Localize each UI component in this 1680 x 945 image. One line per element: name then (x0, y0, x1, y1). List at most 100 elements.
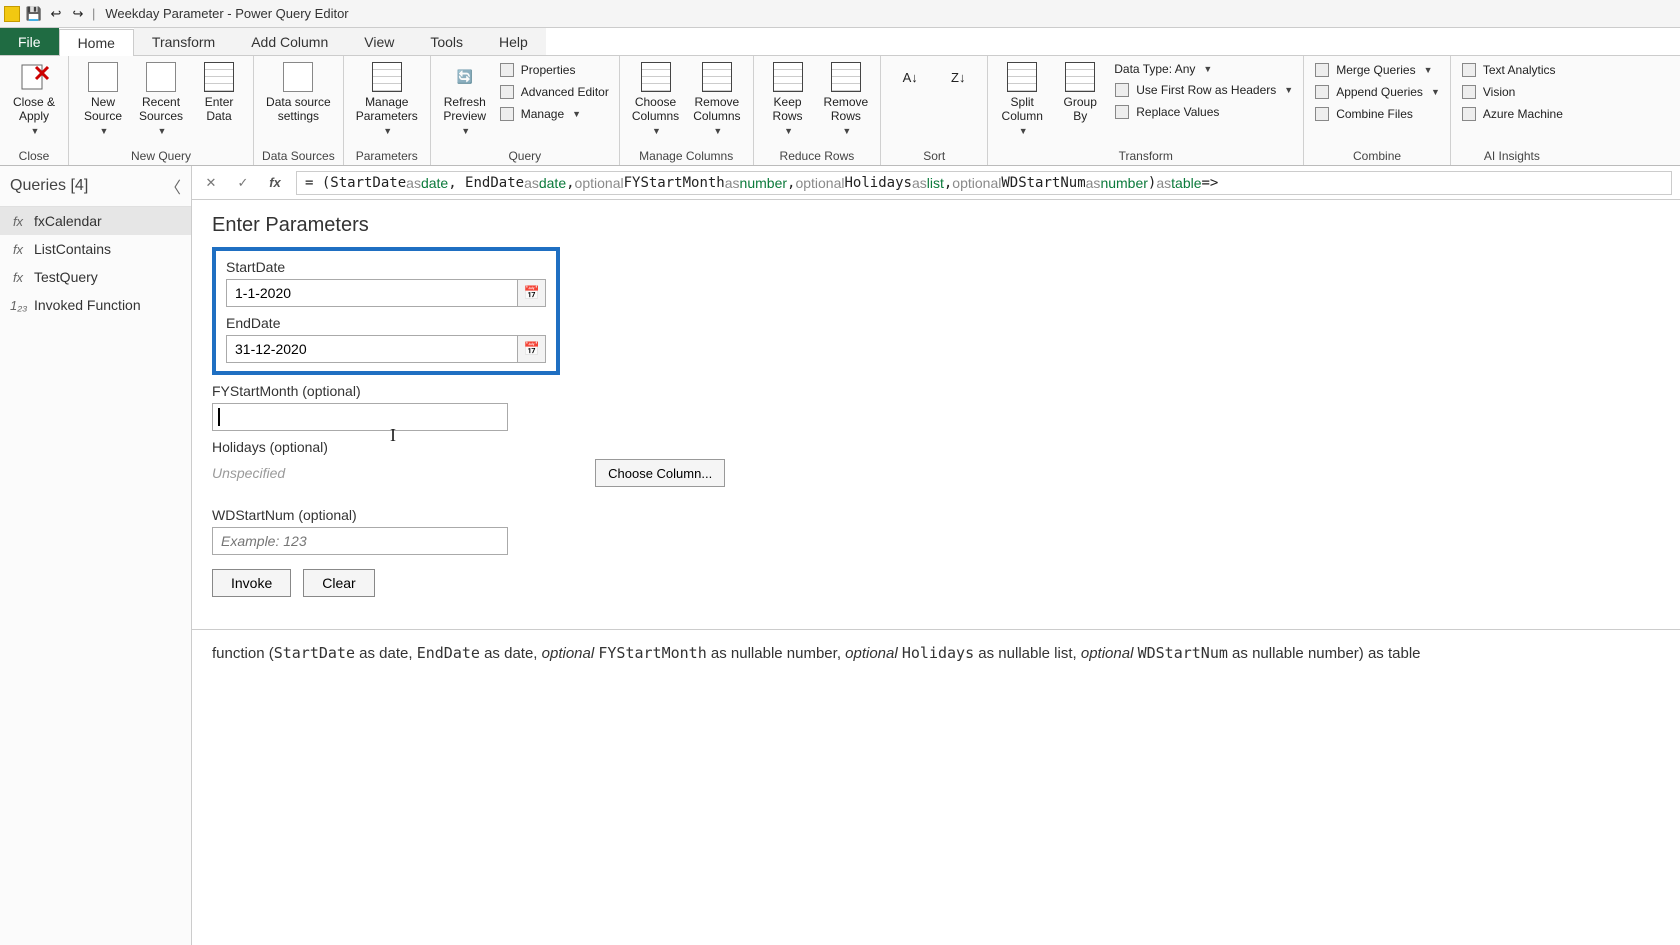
properties-icon (499, 62, 515, 78)
startdate-input[interactable] (226, 279, 518, 307)
append-queries-icon (1314, 84, 1330, 100)
ribbon-group-parameters-label: Parameters (350, 148, 424, 165)
chevron-down-icon: ▼ (842, 126, 851, 136)
choose-columns-icon (639, 60, 673, 94)
manage-button[interactable]: Manage▼ (495, 104, 613, 124)
remove-columns-icon (700, 60, 734, 94)
append-queries-button[interactable]: Append Queries▼ (1310, 82, 1444, 102)
tab-home[interactable]: Home (59, 29, 134, 56)
choose-columns-button[interactable]: Choose Columns▼ (626, 58, 685, 138)
enter-data-button[interactable]: Enter Data (191, 58, 247, 126)
properties-label: Properties (521, 63, 576, 77)
combine-files-button[interactable]: Combine Files (1310, 104, 1444, 124)
tab-view[interactable]: View (346, 28, 412, 55)
save-icon[interactable]: 💾 (26, 6, 42, 22)
redo-icon[interactable]: ↪ (70, 6, 86, 22)
manage-parameters-label: Manage Parameters (356, 96, 418, 124)
merge-queries-button[interactable]: Merge Queries▼ (1310, 60, 1444, 80)
manage-label: Manage (521, 107, 564, 121)
merge-queries-label: Merge Queries (1336, 63, 1415, 77)
sidebar-item-listcontains[interactable]: fxListContains (0, 235, 191, 263)
sort-asc-button[interactable]: A↓ (887, 58, 933, 96)
sidebar-item-invoked-function[interactable]: 1₂₃Invoked Function (0, 291, 191, 319)
menu-tabs: File Home Transform Add Column View Tool… (0, 28, 1680, 56)
sig-asdate1: as date, (355, 645, 417, 662)
commit-formula-button[interactable]: ✓ (232, 172, 254, 194)
chevron-down-icon: ▼ (784, 126, 793, 136)
fystartmonth-input[interactable] (212, 403, 508, 431)
sort-desc-button[interactable]: Z↓ (935, 58, 981, 96)
choose-column-button[interactable]: Choose Column... (595, 459, 725, 487)
remove-rows-button[interactable]: Remove Rows▼ (818, 58, 875, 138)
sig-asnn1: as nullable number, (707, 645, 845, 662)
first-row-headers-button[interactable]: Use First Row as Headers▼ (1110, 80, 1297, 100)
advanced-editor-icon (499, 84, 515, 100)
invoke-button[interactable]: Invoke (212, 569, 291, 597)
ribbon-group-data-sources-label: Data Sources (260, 148, 337, 165)
fx-icon[interactable]: fx (264, 172, 286, 194)
ribbon-group-ai-insights-label: AI Insights (1457, 148, 1567, 165)
queries-sidebar: Queries [4] 〈 fxfxCalendarfxListContains… (0, 166, 192, 945)
recent-sources-icon (144, 60, 178, 94)
advanced-editor-button[interactable]: Advanced Editor (495, 82, 613, 102)
split-column-icon (1005, 60, 1039, 94)
text-analytics-icon (1461, 62, 1477, 78)
enddate-block: EndDate 📅 (226, 315, 546, 363)
tab-transform[interactable]: Transform (134, 28, 233, 55)
ribbon-group-transform-label: Transform (994, 148, 1297, 165)
replace-values-icon (1114, 104, 1130, 120)
tab-help[interactable]: Help (481, 28, 546, 55)
tab-add-column[interactable]: Add Column (233, 28, 346, 55)
clear-button[interactable]: Clear (303, 569, 374, 597)
append-queries-label: Append Queries (1336, 85, 1423, 99)
tab-tools[interactable]: Tools (412, 28, 481, 55)
split-column-button[interactable]: Split Column▼ (994, 58, 1050, 138)
properties-button[interactable]: Properties (495, 60, 613, 80)
manage-parameters-button[interactable]: Manage Parameters▼ (350, 58, 424, 138)
function-signature: function (StartDate as date, EndDate as … (192, 629, 1680, 676)
sidebar-item-fxcalendar[interactable]: fxfxCalendar (0, 207, 191, 235)
vision-button[interactable]: Vision (1457, 82, 1567, 102)
undo-icon[interactable]: ↩ (48, 6, 64, 22)
sidebar-item-testquery[interactable]: fxTestQuery (0, 263, 191, 291)
replace-values-button[interactable]: Replace Values (1110, 102, 1297, 122)
fystartmonth-label: FYStartMonth (optional) (212, 383, 1660, 399)
recent-sources-button[interactable]: Recent Sources▼ (133, 58, 189, 138)
azure-ml-button[interactable]: Azure Machine (1457, 104, 1567, 124)
recent-sources-label: Recent Sources (139, 96, 183, 124)
text-analytics-button[interactable]: Text Analytics (1457, 60, 1567, 80)
app-logo-icon (4, 6, 20, 22)
sort-desc-icon: Z↓ (941, 60, 975, 94)
close-apply-button[interactable]: Close & Apply▼ (6, 58, 62, 138)
enddate-calendar-button[interactable]: 📅 (518, 335, 546, 363)
cancel-formula-button[interactable]: ✕ (200, 172, 222, 194)
wdstartnum-input[interactable] (212, 527, 508, 555)
sidebar-item-label: fxCalendar (34, 213, 102, 229)
collapse-sidebar-icon[interactable]: 〈 (165, 174, 181, 198)
data-type-button[interactable]: Data Type: Any▼ (1110, 60, 1297, 78)
ribbon-group-new-query-label: New Query (75, 148, 247, 165)
refresh-preview-button[interactable]: 🔄Refresh Preview▼ (437, 58, 493, 138)
manage-icon (499, 106, 515, 122)
startdate-calendar-button[interactable]: 📅 (518, 279, 546, 307)
new-source-button[interactable]: New Source▼ (75, 58, 131, 138)
highlighted-date-group: StartDate 📅 EndDate 📅 (212, 247, 560, 375)
data-source-settings-button[interactable]: Data source settings (260, 58, 337, 126)
calendar-icon: 📅 (524, 285, 540, 301)
wdstartnum-label: WDStartNum (optional) (212, 507, 1660, 523)
titlebar-separator: | (92, 6, 95, 21)
sig-holidays: Holidays (902, 644, 974, 662)
ribbon: Close & Apply▼ Close New Source▼ Recent … (0, 56, 1680, 166)
wdstartnum-block: WDStartNum (optional) (212, 507, 1660, 555)
formula-input[interactable]: = (StartDate as date, EndDate as date, o… (296, 171, 1672, 195)
tab-file[interactable]: File (0, 28, 59, 55)
ribbon-group-data-sources: Data source settings Data Sources (254, 56, 344, 165)
sig-startdate: StartDate (274, 644, 355, 662)
enddate-input[interactable] (226, 335, 518, 363)
enter-data-label: Enter Data (205, 96, 234, 124)
group-by-button[interactable]: Group By (1052, 58, 1108, 126)
keep-rows-button[interactable]: Keep Rows▼ (760, 58, 816, 138)
ribbon-group-query: 🔄Refresh Preview▼ Properties Advanced Ed… (431, 56, 620, 165)
remove-columns-button[interactable]: Remove Columns▼ (687, 58, 746, 138)
formula-bar: ✕ ✓ fx = (StartDate as date, EndDate as … (192, 166, 1680, 200)
